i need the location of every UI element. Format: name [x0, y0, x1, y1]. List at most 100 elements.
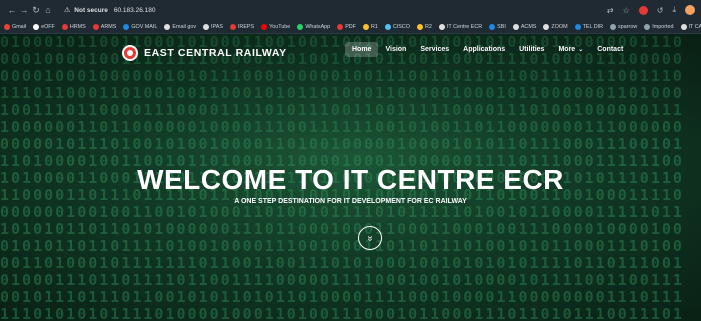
bookmark-favicon-icon [362, 23, 369, 30]
bookmark-item[interactable]: eOFF [33, 23, 55, 30]
nav-item-label: Vision [385, 46, 407, 53]
reload-icon[interactable]: ↻ [30, 3, 42, 17]
bookmark-favicon-icon [92, 23, 99, 30]
bookmark-label: Gmail [12, 23, 27, 30]
bookmark-item[interactable]: WhatsApp [297, 23, 331, 30]
bookmark-item[interactable]: IREPS [229, 23, 254, 30]
bookmark-item[interactable]: ACMS [512, 23, 537, 30]
nav-item-label: More [558, 46, 576, 53]
translate-icon[interactable]: ⇄ [607, 6, 614, 15]
bookmark-favicon-icon [416, 23, 423, 30]
bookmark-item[interactable]: ZOOM [543, 23, 568, 30]
bookmark-favicon-icon [610, 23, 617, 30]
bookmark-item[interactable]: TEL DIR [574, 23, 604, 30]
nav-item-label: Contact [597, 46, 624, 53]
bookmark-item[interactable]: PDF [337, 23, 356, 30]
star-icon[interactable]: ☆ [623, 6, 630, 15]
bookmark-item[interactable]: IPAS [203, 23, 223, 30]
forward-icon[interactable]: → [18, 3, 30, 17]
avatar[interactable] [685, 5, 695, 15]
nav-item-services[interactable]: Services [413, 42, 456, 57]
chevron-down-icon: ⌄ [578, 47, 584, 53]
bookmark-item[interactable]: HRMS [61, 23, 86, 30]
double-chevron-down-icon: » [364, 235, 376, 241]
bookmark-label: ZOOM [551, 23, 568, 30]
bookmark-item[interactable]: ARMS [92, 23, 117, 30]
bookmark-favicon-icon [123, 23, 130, 30]
bookmark-favicon-icon [164, 23, 171, 30]
bookmark-label: IPAS [211, 23, 223, 30]
main-nav: Home Vision Services Applications Utilities M… [345, 42, 630, 57]
back-icon[interactable]: ← [6, 3, 18, 17]
scroll-down-button[interactable]: » [358, 226, 382, 250]
download-icon[interactable]: ⤓ [672, 5, 676, 15]
bookmark-label: WhatsApp [305, 23, 331, 30]
nav-item-label: Utilities [519, 46, 545, 53]
bookmark-favicon-icon [61, 23, 68, 30]
bookmark-label: SBI [497, 23, 506, 30]
bookmark-item[interactable]: CISCO [384, 23, 410, 30]
site-header: EAST CENTRAL RAILWAY Home Vision Services A… [0, 42, 701, 64]
nav-item-applications[interactable]: Applications [456, 42, 512, 57]
bookmark-item[interactable]: R1 [362, 23, 378, 30]
bookmark-item[interactable]: SBI [489, 23, 506, 30]
hero-title: WELCOME TO IT CENTRE ECR [137, 164, 564, 195]
bookmark-favicon-icon [644, 23, 651, 30]
address-bar[interactable]: ⚠ Not secure 60.183.26.180 [58, 3, 161, 17]
bookmark-label: CISCO [392, 23, 410, 30]
railway-logo-icon [122, 45, 138, 61]
nav-item-utilities[interactable]: Utilities [512, 42, 551, 57]
bookmark-label: HRMS [69, 23, 86, 30]
bookmark-item[interactable]: Email gov [164, 23, 197, 30]
nav-item-contact[interactable]: Contact [590, 42, 630, 57]
nav-item-home[interactable]: Home [345, 42, 379, 57]
nav-item-label: Services [420, 46, 450, 53]
bookmark-favicon-icon [489, 23, 496, 30]
bookmark-label: ACMS [520, 23, 537, 30]
bookmark-item[interactable]: Imported [644, 23, 674, 30]
bookmark-item[interactable]: YouTube [261, 23, 291, 30]
site-logo[interactable]: EAST CENTRAL RAILWAY [122, 45, 287, 61]
bookmark-item[interactable]: R2 [416, 23, 432, 30]
bookmark-favicon-icon [680, 23, 687, 30]
page-viewport: 0100010110011000101000110010011001001001… [0, 34, 701, 321]
bookmark-label: R2 [424, 23, 432, 30]
bookmark-label: Email gov [172, 23, 197, 30]
bookmark-favicon-icon [384, 23, 391, 30]
bookmark-label: TEL DIR [582, 23, 604, 30]
bookmark-favicon-icon [229, 23, 236, 30]
bookmark-item[interactable]: IT Centre ECR [438, 23, 482, 30]
bookmark-item[interactable]: Gmail [4, 23, 27, 30]
url-text[interactable]: 60.183.26.180 [114, 7, 156, 14]
bookmark-item[interactable]: GOV MAIL [123, 23, 158, 30]
bookmark-label: GOV MAIL [131, 23, 158, 30]
bookmark-favicon-icon [261, 23, 268, 30]
bookmarks-bar: Gmail eOFF HRMS ARMS GOV MAIL Email gov IPAS IR… [0, 20, 701, 34]
bookmark-item[interactable]: sparrow [610, 23, 638, 30]
bookmark-favicon-icon [4, 23, 10, 30]
not-secure-label[interactable]: Not secure [74, 7, 108, 14]
bookmark-favicon-icon [543, 23, 550, 30]
bookmark-favicon-icon [337, 23, 344, 30]
sync-icon[interactable]: ↺ [657, 6, 664, 15]
bookmark-label: Imported [652, 23, 674, 30]
bookmark-favicon-icon [438, 23, 445, 30]
nav-item-vision[interactable]: Vision [378, 42, 413, 57]
browser-toolbar: ← → ↻ ⌂ ⚠ Not secure 60.183.26.180 ⇄ ☆ ↺… [0, 0, 701, 20]
bookmark-label: ARMS [100, 23, 117, 30]
bookmark-label: sparrow [618, 23, 638, 30]
bookmark-label: IT CADRE [688, 23, 701, 30]
hero-subtitle: A ONE STEP DESTINATION FOR IT DEVELOPMEN… [234, 198, 467, 205]
bookmark-label: YouTube [269, 23, 291, 30]
bookmark-item[interactable]: IT CADRE [680, 23, 701, 30]
nav-item-label: Home [352, 46, 372, 53]
home-icon[interactable]: ⌂ [42, 3, 54, 17]
browser-tools: ⇄ ☆ ↺ ⤓ [607, 5, 695, 15]
nav-item-more[interactable]: More ⌄ [551, 42, 590, 57]
hero-section: WELCOME TO IT CENTRE ECR A ONE STEP DEST… [0, 164, 701, 205]
bookmark-favicon-icon [297, 23, 304, 30]
nav-item-label: Applications [463, 46, 506, 53]
extension-icon[interactable] [638, 5, 648, 15]
brand-name: EAST CENTRAL RAILWAY [144, 47, 287, 59]
warning-icon[interactable]: ⚠ [64, 6, 70, 14]
